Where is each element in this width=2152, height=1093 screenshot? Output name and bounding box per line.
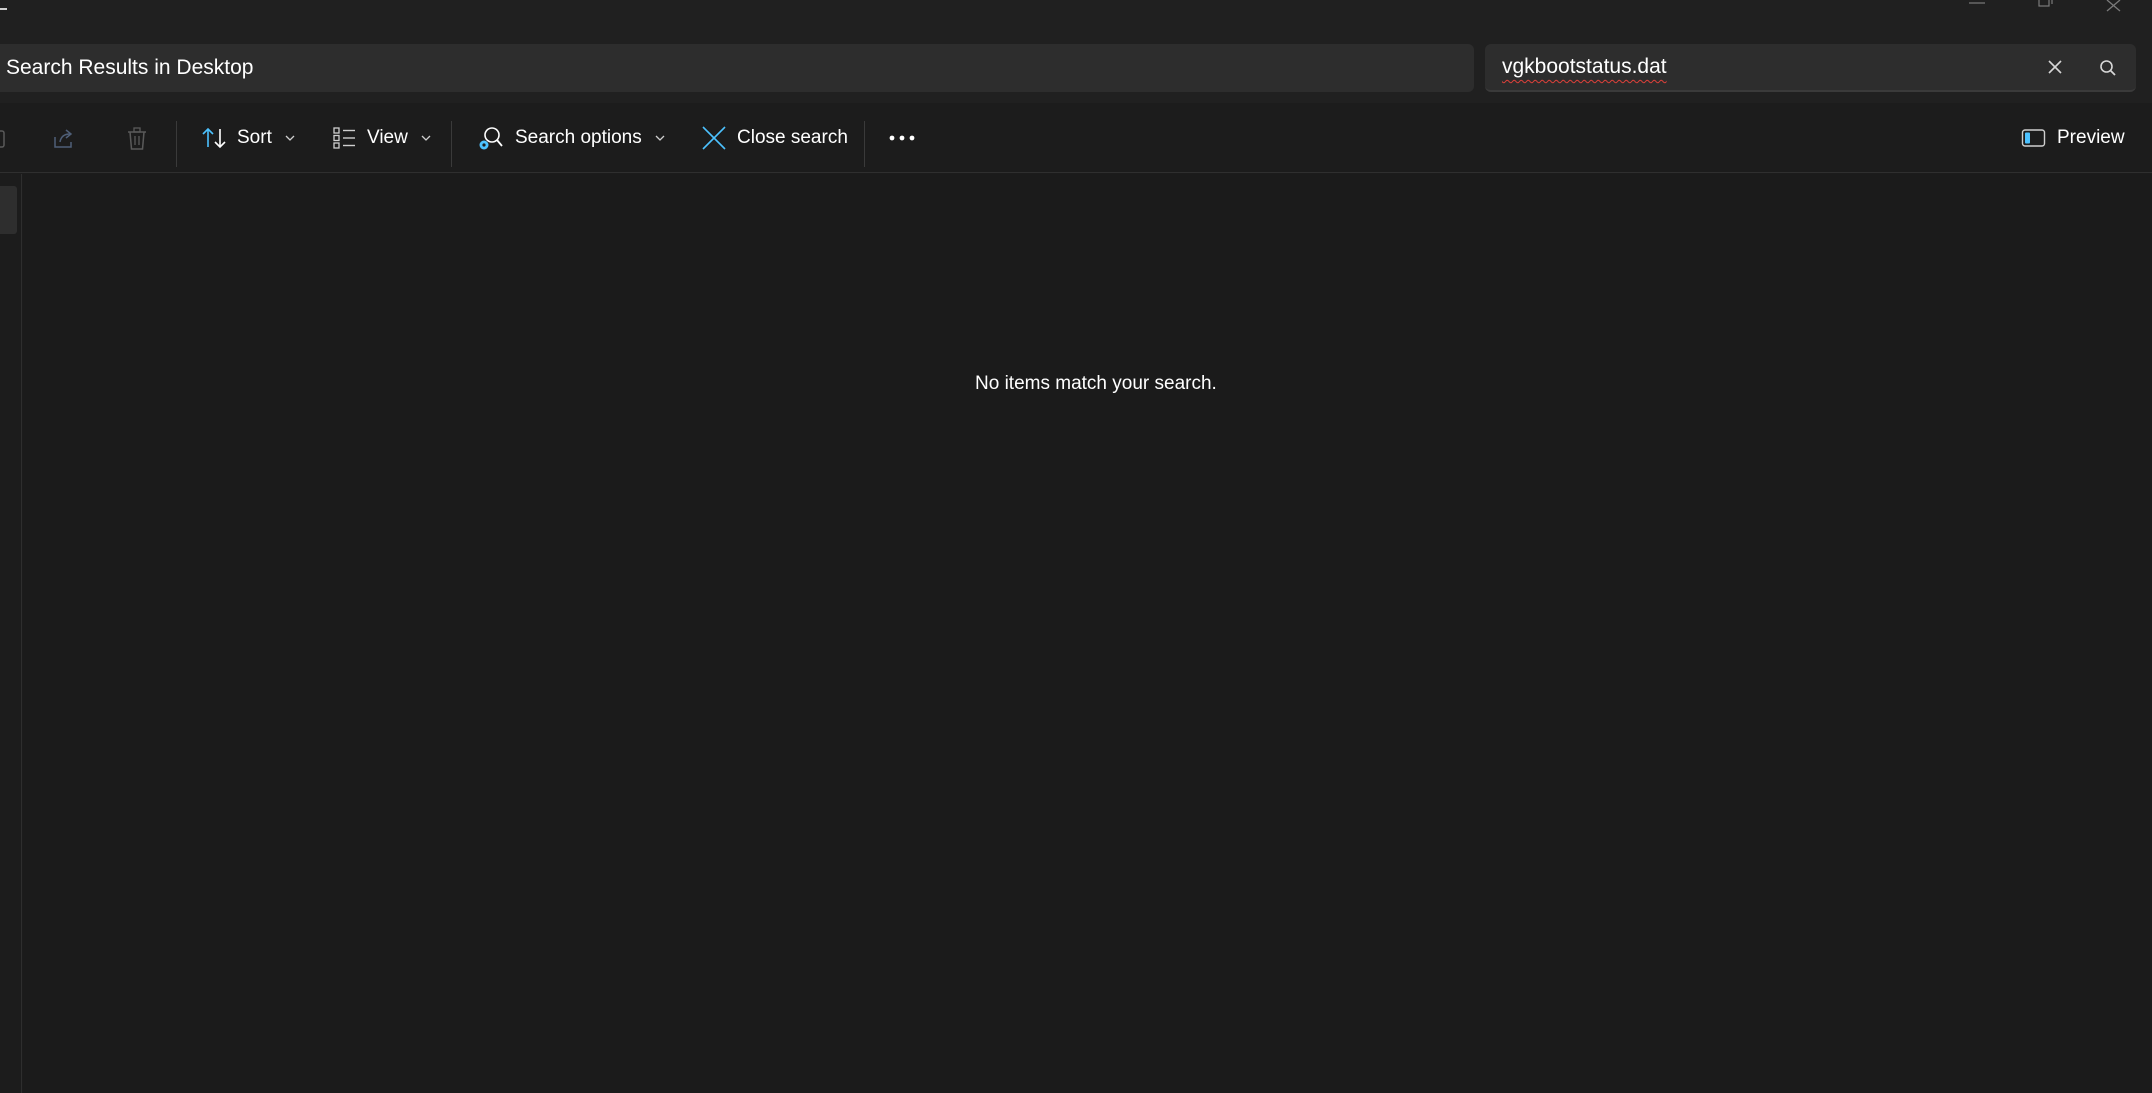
chevron-down-icon — [655, 135, 665, 141]
trash-icon[interactable] — [126, 127, 148, 151]
command-bar: Sort View Search options Close search Pr… — [0, 103, 2152, 173]
restore-icon — [2038, 0, 2053, 7]
preview-pane-icon — [2021, 129, 2046, 147]
sort-button[interactable]: Sort — [201, 117, 296, 159]
file-list-area[interactable]: No items match your search. — [23, 174, 2152, 1093]
toolbar-separator — [176, 121, 177, 167]
sort-label: Sort — [237, 127, 272, 148]
search-options-icon — [479, 127, 503, 150]
preview-pane-button[interactable]: Preview — [2021, 117, 2125, 159]
search-options-button[interactable]: Search options — [477, 117, 666, 159]
minimize-button[interactable] — [1943, 0, 2011, 18]
close-search-button[interactable]: Close search — [701, 117, 848, 159]
navigation-pane[interactable] — [0, 174, 22, 1093]
close-icon[interactable] — [2046, 58, 2064, 76]
minimize-icon — [1969, 2, 1985, 4]
close-window-button[interactable] — [2080, 0, 2148, 18]
search-input[interactable]: vgkbootstatus.dat — [1485, 44, 2136, 92]
address-bar[interactable]: Search Results in Desktop — [0, 44, 1474, 92]
view-list-icon — [333, 127, 355, 149]
title-bar — [0, 0, 2152, 30]
search-icon[interactable] — [2098, 58, 2118, 78]
address-path-text: Search Results in Desktop — [6, 56, 254, 79]
view-label: View — [367, 127, 408, 148]
toolbar-separator — [451, 121, 452, 167]
preview-label: Preview — [2057, 127, 2125, 148]
more-options-button[interactable] — [889, 117, 915, 159]
toolbar-separator — [864, 121, 865, 167]
window-title-fragment — [0, 8, 7, 10]
address-row: Search Results in Desktop vgkbootstatus.… — [0, 30, 2152, 103]
search-options-label: Search options — [515, 127, 642, 148]
empty-results-message: No items match your search. — [975, 373, 1217, 394]
navigation-pane-selected-item[interactable] — [0, 186, 17, 234]
more-icon — [889, 135, 915, 141]
close-icon — [2106, 0, 2121, 12]
share-icon[interactable] — [52, 128, 76, 150]
copy-icon[interactable] — [0, 129, 6, 149]
view-button[interactable]: View — [333, 117, 432, 159]
search-input-value: vgkbootstatus.dat — [1502, 55, 1667, 78]
restore-button[interactable] — [2011, 0, 2079, 18]
chevron-down-icon — [421, 135, 431, 141]
close-search-label: Close search — [737, 127, 848, 148]
chevron-down-icon — [285, 135, 295, 141]
close-icon — [702, 126, 726, 150]
sort-icon — [202, 127, 226, 149]
